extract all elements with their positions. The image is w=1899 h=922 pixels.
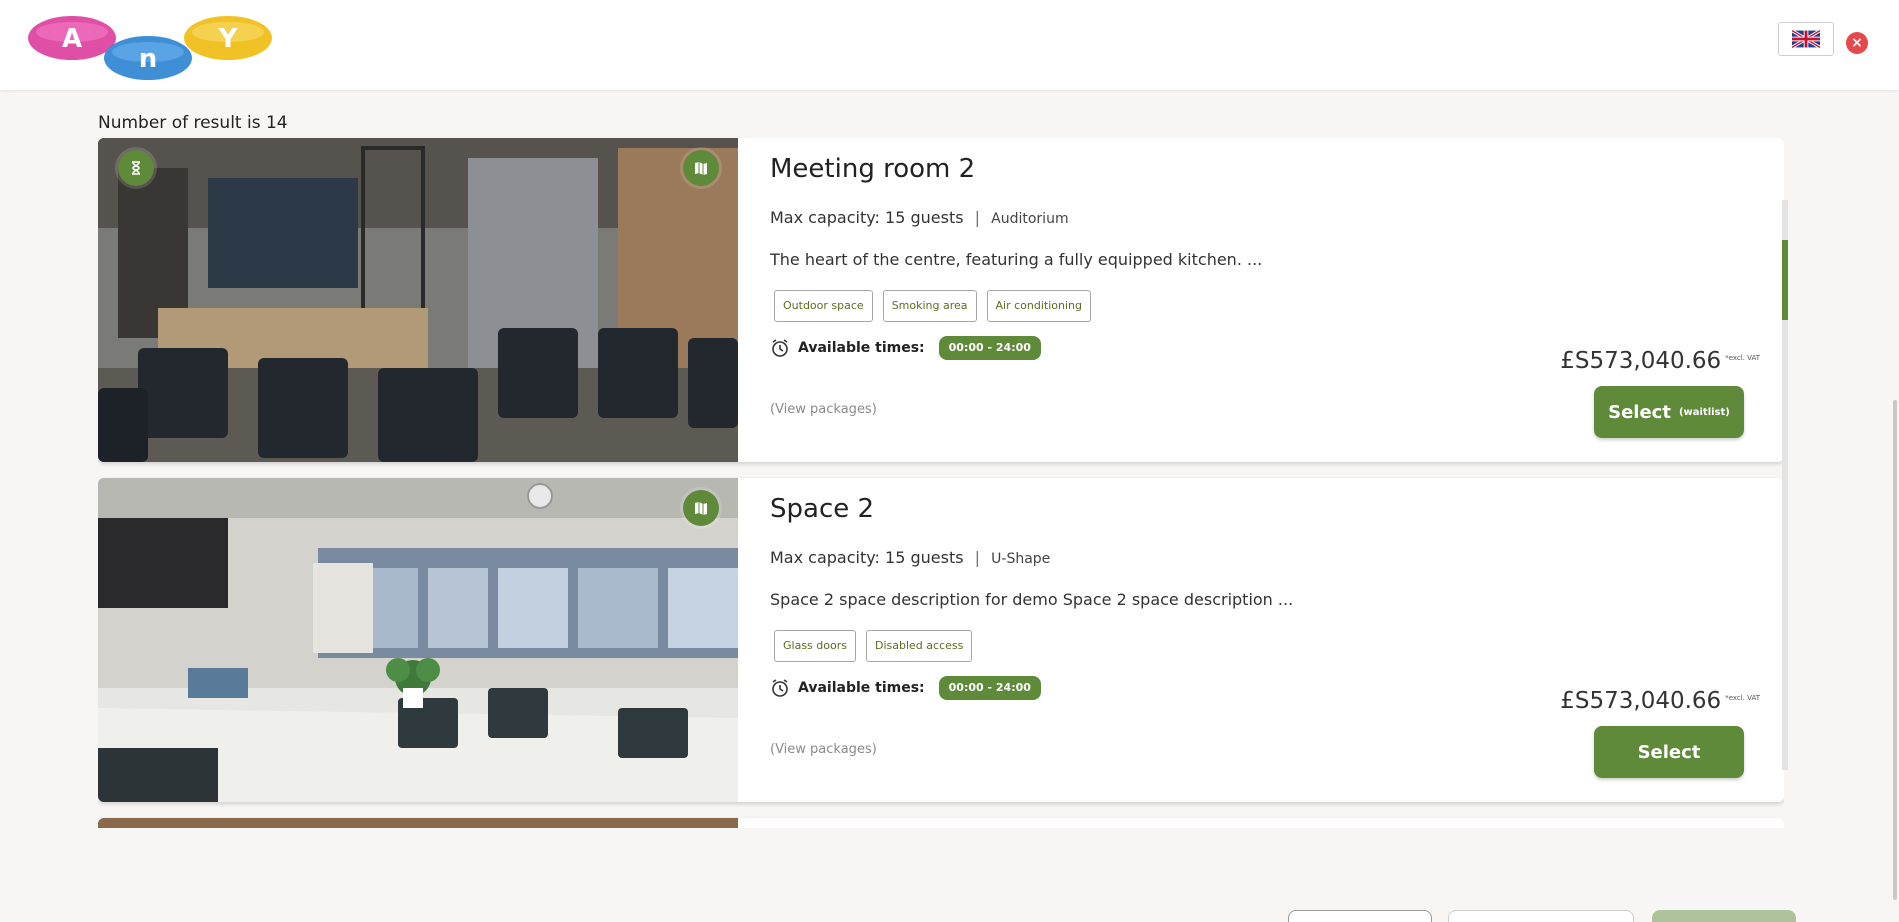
view-packages-link[interactable]: (View packages) <box>770 402 877 417</box>
uk-flag-icon <box>1792 30 1820 48</box>
time-range-badge: 00:00 - 24:00 <box>938 336 1041 360</box>
vat-note: *excl. VAT <box>1725 354 1760 362</box>
select-label: Select <box>1637 741 1701 763</box>
footer-button[interactable] <box>1448 910 1634 922</box>
price-amount: £S573,040.66 <box>1560 348 1722 374</box>
list-scrollbar[interactable] <box>1782 200 1788 770</box>
available-times: Available times: 00:00 - 24:00 <box>770 336 1041 360</box>
room-title: Space 2 <box>770 494 875 524</box>
amenity-tags: Glass doors Disabled access <box>774 630 973 662</box>
hourglass-icon <box>118 150 154 186</box>
separator: | <box>974 208 981 227</box>
capacity-value: 15 guests <box>885 548 964 567</box>
map-icon[interactable] <box>683 150 719 186</box>
svg-text:n: n <box>139 44 158 74</box>
room-description: Space 2 space description for demo Space… <box>770 590 1294 609</box>
close-icon[interactable]: × <box>1846 32 1868 54</box>
room-photo[interactable] <box>98 818 738 828</box>
time-range-badge: 00:00 - 24:00 <box>938 676 1041 700</box>
footer-button[interactable] <box>1652 910 1796 922</box>
select-label: Select <box>1608 401 1671 423</box>
available-times: Available times: 00:00 - 24:00 <box>770 676 1041 700</box>
room-layout: U-Shape <box>991 551 1051 567</box>
price-amount: £S573,040.66 <box>1560 688 1722 714</box>
room-title: Meeting room 2 <box>770 154 976 184</box>
language-selector[interactable] <box>1778 22 1834 56</box>
waitlist-note: (waitlist) <box>1678 406 1730 418</box>
alarm-clock-icon <box>772 339 788 357</box>
price: £S573,040.66 *excl. VAT <box>1560 348 1760 374</box>
capacity-label: Max capacity: <box>770 208 880 227</box>
select-button[interactable]: Select <box>1594 726 1744 778</box>
room-list: Meeting room 2 Max capacity: 15 guests |… <box>98 138 1784 828</box>
top-bar: A n Y × <box>0 0 1899 90</box>
capacity-row: Max capacity: 15 guests | Auditorium <box>770 208 1069 227</box>
vat-note: *excl. VAT <box>1725 694 1760 702</box>
separator: | <box>974 548 981 567</box>
room-card: Space 2 Max capacity: 15 guests | U-Shap… <box>98 478 1784 802</box>
room-photo[interactable] <box>98 138 738 462</box>
room-info: Space 2 Max capacity: 15 guests | U-Shap… <box>770 478 1760 802</box>
amenity-tag: Disabled access <box>865 630 973 662</box>
available-times-label: Available times: <box>798 340 925 356</box>
room-description: The heart of the centre, featuring a ful… <box>770 250 1263 269</box>
svg-text:Y: Y <box>218 24 239 54</box>
svg-text:A: A <box>62 24 82 54</box>
map-icon[interactable] <box>683 490 719 526</box>
room-card: Meeting room 2 Max capacity: 15 guests |… <box>98 138 1784 462</box>
alarm-clock-icon <box>772 679 788 697</box>
view-packages-link[interactable]: (View packages) <box>770 742 877 757</box>
result-count: Number of result is 14 <box>98 113 288 133</box>
footer-button[interactable] <box>1288 910 1432 922</box>
room-card <box>98 818 1784 828</box>
room-photo[interactable] <box>98 478 738 802</box>
amenity-tag: Glass doors <box>774 630 856 662</box>
amenity-tag: Air conditioning <box>986 290 1092 322</box>
available-times-label: Available times: <box>798 680 925 696</box>
amenity-tags: Outdoor space Smoking area Air condition… <box>774 290 1092 322</box>
page-scrollbar[interactable] <box>1893 400 1897 900</box>
amenity-tag: Smoking area <box>882 290 977 322</box>
room-info: Meeting room 2 Max capacity: 15 guests |… <box>770 138 1760 462</box>
room-layout: Auditorium <box>991 211 1069 227</box>
price: £S573,040.66 *excl. VAT <box>1560 688 1760 714</box>
any-logo[interactable]: A n Y <box>14 10 292 82</box>
capacity-value: 15 guests <box>885 208 964 227</box>
amenity-tag: Outdoor space <box>774 290 873 322</box>
capacity-label: Max capacity: <box>770 548 880 567</box>
capacity-row: Max capacity: 15 guests | U-Shape <box>770 548 1050 567</box>
list-scrollbar-thumb[interactable] <box>1782 240 1788 320</box>
select-button[interactable]: Select (waitlist) <box>1594 386 1744 438</box>
